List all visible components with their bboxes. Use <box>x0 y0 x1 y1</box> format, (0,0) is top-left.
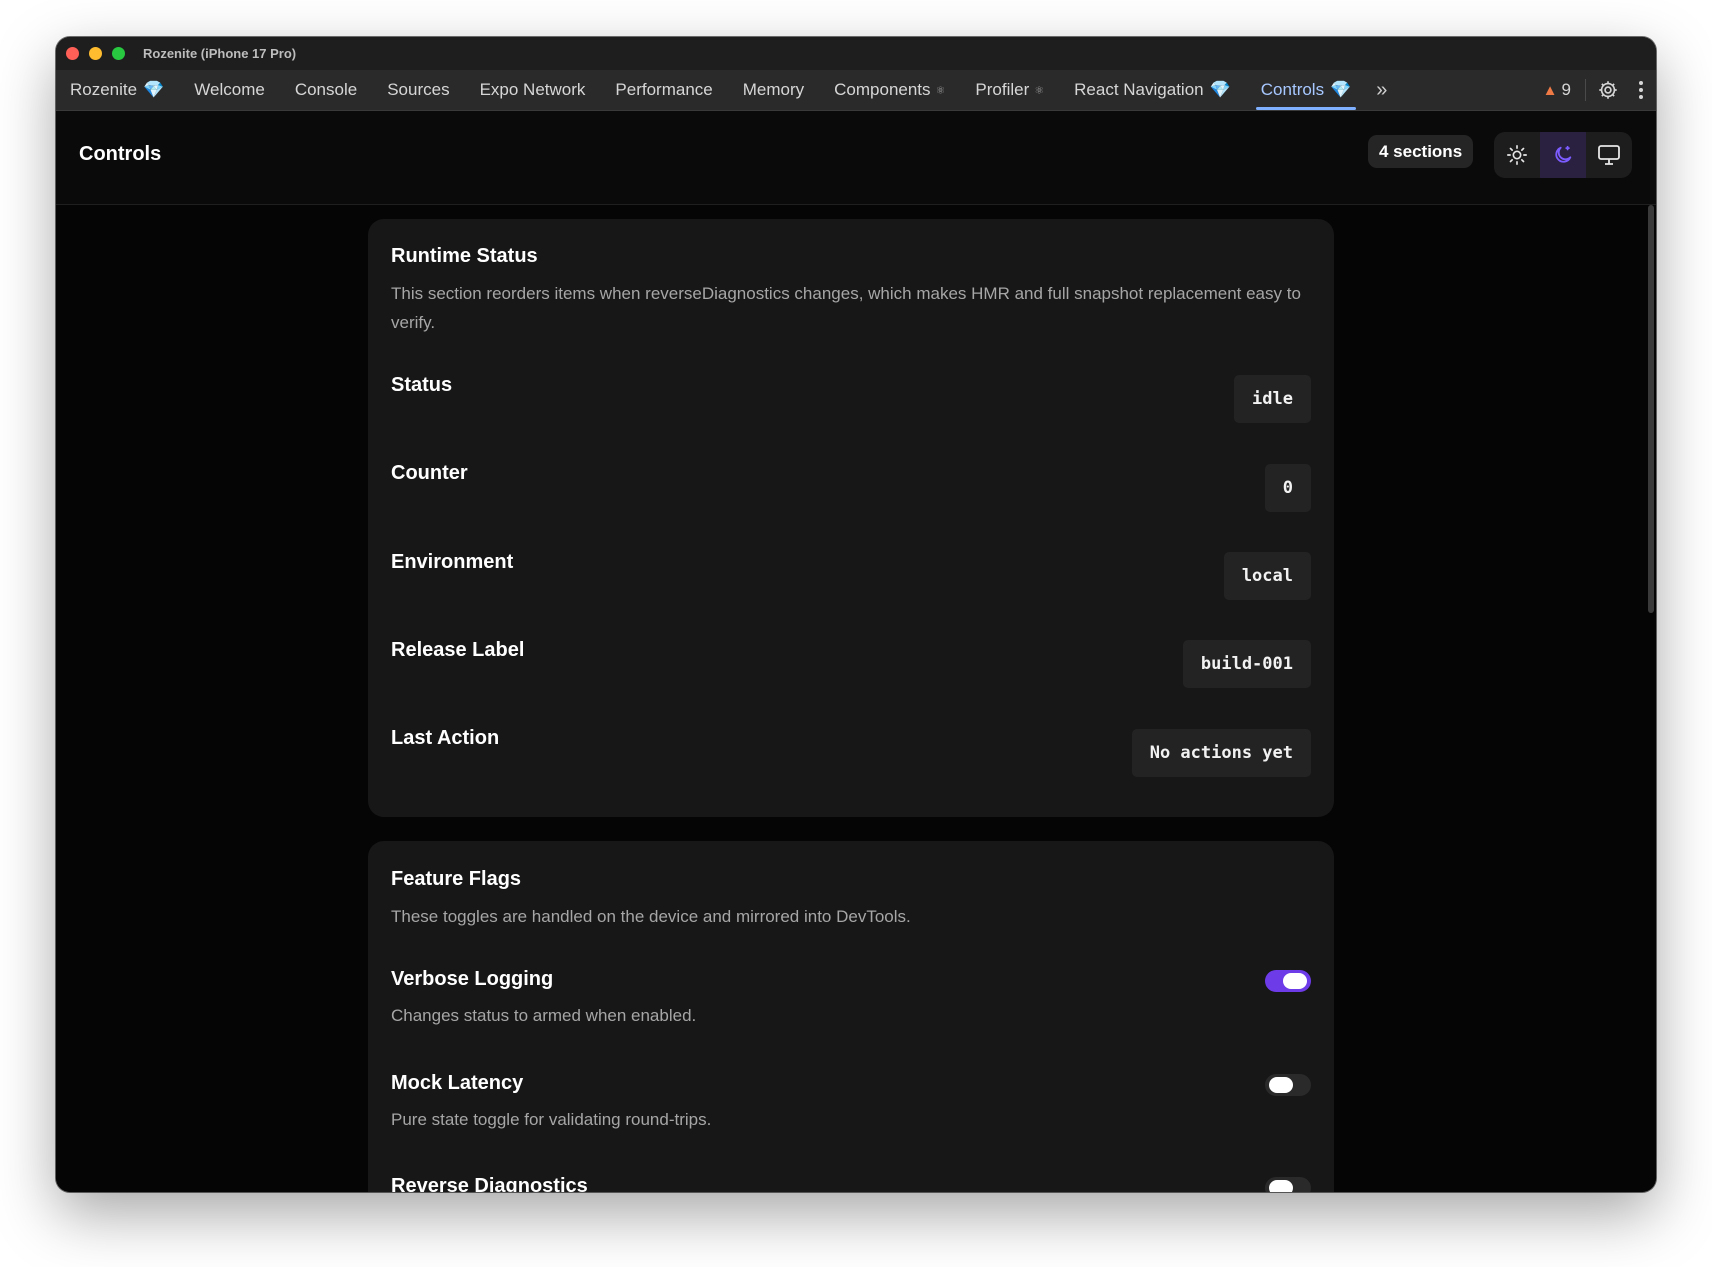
warnings-button[interactable]: ▲ 9 <box>1533 80 1581 100</box>
verbose-logging-label: Verbose Logging <box>391 968 554 990</box>
app-window: Rozenite (iPhone 17 Pro) Rozenite 💎 Welco… <box>56 37 1656 1192</box>
gem-icon: 💎 <box>1330 80 1352 99</box>
react-icon: ⚛ <box>1034 84 1045 97</box>
section-description: This section reorders items when reverse… <box>391 284 1301 332</box>
reverse-diagnostics-toggle[interactable] <box>1265 1177 1311 1192</box>
tab-react-navigation[interactable]: React Navigation 💎 <box>1059 70 1246 110</box>
counter-label: Counter <box>391 462 468 484</box>
tab-memory[interactable]: Memory <box>728 70 819 110</box>
close-window-button[interactable] <box>66 47 79 60</box>
tab-profiler[interactable]: Profiler ⚛ <box>960 70 1059 110</box>
react-icon: ⚛ <box>935 84 946 97</box>
tab-label: Profiler <box>975 80 1030 99</box>
toggle-knob <box>1269 1180 1293 1192</box>
mock-latency-label: Mock Latency <box>391 1072 524 1094</box>
tab-label: Expo Network <box>479 80 586 99</box>
controls-content[interactable]: Runtime Status This section reorders ite… <box>56 205 1656 1192</box>
tab-label: Console <box>294 80 358 99</box>
gear-icon <box>1599 81 1617 99</box>
toggle-knob <box>1269 1077 1293 1093</box>
theme-switcher <box>1494 132 1632 178</box>
double-chevron-right-icon[interactable]: » <box>1366 79 1397 102</box>
counter-value: 0 <box>1264 464 1311 512</box>
toolbar-divider <box>1585 79 1586 101</box>
tab-label: Components <box>834 80 931 99</box>
settings-button[interactable] <box>1590 72 1626 108</box>
warning-count: 9 <box>1561 80 1571 99</box>
section-title: Runtime Status <box>391 245 538 267</box>
section-title: Feature Flags <box>391 868 522 890</box>
environment-value: local <box>1223 552 1311 600</box>
gem-icon: 💎 <box>143 80 165 99</box>
title-bar: Rozenite (iPhone 17 Pro) <box>56 37 1656 70</box>
toggle-knob <box>1283 973 1307 989</box>
last-action-label: Last Action <box>391 727 500 749</box>
tab-console[interactable]: Console <box>280 70 372 110</box>
window-title: Rozenite (iPhone 17 Pro) <box>143 46 297 61</box>
tab-label: Welcome <box>194 80 265 99</box>
minimize-window-button[interactable] <box>89 47 102 60</box>
page-title: Controls <box>79 143 162 165</box>
monitor-icon <box>1598 145 1620 165</box>
release-label-value: build-001 <box>1182 640 1311 688</box>
warning-triangle-icon: ▲ <box>1542 81 1558 99</box>
zoom-window-button[interactable] <box>112 47 125 60</box>
environment-label: Environment <box>391 551 514 573</box>
verbose-logging-description: Changes status to armed when enabled. <box>391 1006 697 1025</box>
tab-label: Rozenite <box>70 80 138 99</box>
panel-header: Controls 4 sections <box>56 111 1656 205</box>
traffic-lights <box>66 47 125 60</box>
verbose-logging-toggle[interactable] <box>1265 970 1311 992</box>
tab-sources[interactable]: Sources <box>372 70 464 110</box>
sections-count-badge: 4 sections <box>1368 135 1474 168</box>
theme-system-button[interactable] <box>1586 132 1632 178</box>
reverse-diagnostics-label: Reverse Diagnostics <box>391 1175 588 1192</box>
tab-performance[interactable]: Performance <box>600 70 727 110</box>
last-action-value: No actions yet <box>1131 729 1311 777</box>
sun-icon <box>1507 145 1527 165</box>
mock-latency-toggle[interactable] <box>1265 1074 1311 1096</box>
gem-icon: 💎 <box>1209 80 1231 99</box>
vertical-dots-icon <box>1639 81 1643 99</box>
status-label: Status <box>391 374 453 396</box>
panel-tab-bar: Rozenite 💎 Welcome Console Sources Expo N… <box>56 70 1656 111</box>
tab-welcome[interactable]: Welcome <box>179 70 280 110</box>
theme-dark-button[interactable] <box>1540 132 1586 178</box>
moon-icon <box>1555 145 1572 163</box>
theme-light-button[interactable] <box>1494 132 1540 178</box>
tab-label: Controls <box>1260 80 1325 99</box>
status-value: idle <box>1234 375 1311 423</box>
tab-label: Sources <box>387 80 450 99</box>
release-label-label: Release Label <box>391 639 525 661</box>
tab-controls[interactable]: Controls 💎 <box>1246 70 1366 110</box>
tab-components[interactable]: Components ⚛ <box>819 70 960 110</box>
tab-label: Performance <box>615 80 713 99</box>
feature-flags-card: Feature Flags These toggles are handled … <box>368 841 1334 1192</box>
content-scrollbar[interactable] <box>1648 205 1654 613</box>
section-description: These toggles are handled on the device … <box>391 907 911 926</box>
more-options-button[interactable] <box>1626 72 1656 108</box>
tab-label: React Navigation <box>1074 80 1204 99</box>
toolbar-right: ▲ 9 <box>1533 70 1656 110</box>
tab-expo-network[interactable]: Expo Network <box>465 70 601 110</box>
mock-latency-description: Pure state toggle for validating round-t… <box>391 1110 712 1129</box>
tab-rozenite[interactable]: Rozenite 💎 <box>56 70 179 110</box>
tab-label: Memory <box>742 80 805 99</box>
runtime-status-card: Runtime Status This section reorders ite… <box>368 219 1334 817</box>
